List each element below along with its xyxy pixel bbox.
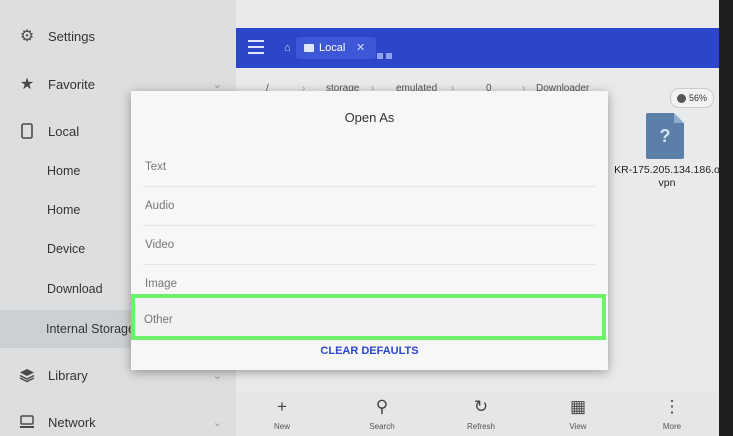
sidebar-item-label: Download [47,282,103,296]
chevron-down-icon: ⌄ [212,78,222,91]
sidebar-item-label: Internal Storage [46,322,135,336]
close-icon[interactable]: ✕ [356,41,365,54]
file-name-line-1: KR-175.205.134.186.o [614,164,720,176]
file-name[interactable]: KR-175.205.134.186.o vpn [612,164,722,190]
plus-icon: + [277,397,287,416]
sidebar-item-settings[interactable]: ⚙ Settings [0,17,236,55]
option-label: Image [145,278,177,290]
top-bar: ⌂ Local ✕ [236,28,733,68]
search-label: Search [369,422,395,431]
file-icon-glyph: ? [659,126,671,146]
grid-view-icon: ▦ [569,397,587,416]
view-button[interactable]: ▦ View [548,396,608,431]
search-icon: ⚲ [375,397,389,416]
screen: ⚙ Settings ★ Favorite ⌄ Local Home Home … [0,0,733,436]
sidebar-item-label: Home [47,164,81,178]
network-icon [18,413,36,431]
sidebar-item-label: Network [48,414,96,430]
sidebar-item-label: Home [47,203,81,217]
sidebar-item-label: Favorite [48,76,95,92]
gear-icon: ⚙ [19,28,35,45]
option-label: Other [144,314,173,326]
refresh-button[interactable]: ↻ Refresh [451,396,511,431]
bottom-toolbar: + New ⚲ Search ↻ Refresh ▦ View ⋮ More [236,392,720,436]
home-icon[interactable]: ⌂ [284,42,291,54]
storage-percent: 56% [688,93,707,103]
storage-badge[interactable]: 56% [670,88,714,108]
new-label: New [273,422,290,431]
option-video[interactable]: Video [131,226,608,265]
option-label: Audio [145,200,175,212]
option-other[interactable]: Other [131,294,606,340]
dialog-title: Open As [344,110,395,125]
star-icon: ★ [19,76,35,93]
option-audio[interactable]: Audio [131,187,608,226]
sidebar-item-label: Local [48,123,80,139]
chevron-down-icon: ⌄ [212,416,222,429]
option-label: Text [145,161,167,173]
folder-icon [304,44,314,52]
option-text[interactable]: Text [131,148,608,187]
sidebar-item-label: Device [47,242,86,256]
tab-label: Local [319,42,346,54]
clear-defaults-button[interactable]: CLEAR DEFAULTS [131,345,608,357]
refresh-icon: ↻ [473,397,489,416]
open-as-dialog: Open As Text Audio Video Image Other CLE… [131,91,608,370]
option-label: Video [145,239,175,251]
new-button[interactable]: + New [252,396,312,431]
refresh-label: Refresh [466,422,495,431]
phone-icon [18,122,36,140]
window-icon[interactable] [377,46,395,59]
more-label: More [662,422,682,431]
chevron-down-icon: ⌄ [212,369,222,382]
search-button[interactable]: ⚲ Search [352,396,412,431]
view-label: View [569,422,587,431]
layers-icon [18,366,36,384]
pie-chart-icon [676,93,686,103]
sidebar-item-label: Settings [48,28,95,44]
more-vertical-icon: ⋮ [663,397,681,416]
file-name-line-2: vpn [658,177,676,189]
unknown-file-icon[interactable]: ? [646,113,684,159]
screen-bezel [719,0,733,436]
sidebar-item-network[interactable]: Network ⌄ [0,403,236,436]
more-button[interactable]: ⋮ More [642,396,702,431]
sidebar-item-label: Library [48,367,88,383]
menu-icon[interactable] [248,40,264,54]
